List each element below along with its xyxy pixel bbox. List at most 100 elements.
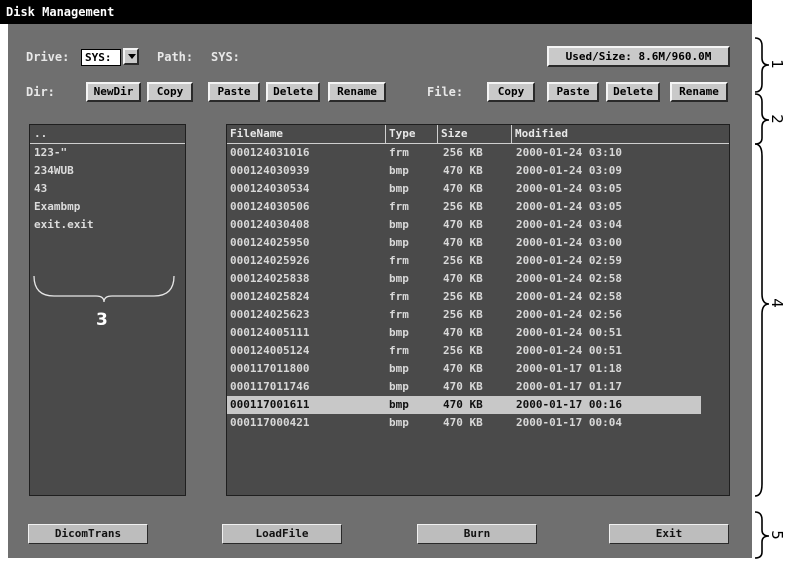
- cell-type: bmp: [389, 380, 409, 393]
- col-size[interactable]: Size: [438, 125, 512, 143]
- cell-size: 256 KB: [443, 290, 483, 303]
- cell-modified: 2000-01-24 02:58: [516, 272, 622, 285]
- col-type[interactable]: Type: [386, 125, 438, 143]
- dir-list-item[interactable]: 234WUB: [30, 162, 185, 180]
- cell-size: 256 KB: [443, 254, 483, 267]
- file-label: File:: [427, 85, 464, 99]
- cell-type: bmp: [389, 398, 409, 411]
- cell-type: frm: [389, 308, 409, 321]
- cell-type: bmp: [389, 362, 409, 375]
- file-copy-button[interactable]: Copy: [487, 82, 535, 102]
- file-table: FileName Type Size Modified 000124031016…: [226, 124, 730, 496]
- cell-size: 470 KB: [443, 164, 483, 177]
- cell-size: 470 KB: [443, 272, 483, 285]
- dir-paste-button[interactable]: Paste: [208, 82, 260, 102]
- cell-filename: 000124030506: [230, 200, 310, 213]
- file-rename-button[interactable]: Rename: [670, 82, 728, 102]
- cell-size: 470 KB: [443, 326, 483, 339]
- table-row[interactable]: 000124030408 bmp 470 KB 2000-01-24 03:04: [227, 216, 701, 234]
- cell-size: 256 KB: [443, 146, 483, 159]
- chevron-down-icon[interactable]: [123, 48, 139, 65]
- cell-modified: 2000-01-24 02:56: [516, 308, 622, 321]
- parent-dir-item[interactable]: ..: [30, 125, 185, 144]
- table-row[interactable]: 000124031016 frm 256 KB 2000-01-24 03:10: [227, 144, 701, 162]
- table-row[interactable]: 000117000421 bmp 470 KB 2000-01-17 00:04: [227, 414, 701, 432]
- file-paste-button[interactable]: Paste: [547, 82, 599, 102]
- cell-filename: 000124030408: [230, 218, 310, 231]
- cell-type: frm: [389, 290, 409, 303]
- table-row[interactable]: 000124025838 bmp 470 KB 2000-01-24 02:58: [227, 270, 701, 288]
- cell-modified: 2000-01-24 03:05: [516, 200, 622, 213]
- annotation-4: 4: [767, 298, 786, 308]
- dir-rename-button[interactable]: Rename: [328, 82, 386, 102]
- cell-filename: 000117001611: [230, 398, 310, 411]
- table-row[interactable]: 000117011800 bmp 470 KB 2000-01-17 01:18: [227, 360, 701, 378]
- drive-select[interactable]: SYS:: [81, 49, 121, 66]
- dir-list-item[interactable]: Exambmp: [30, 198, 185, 216]
- cell-modified: 2000-01-24 03:09: [516, 164, 622, 177]
- cell-size: 470 KB: [443, 416, 483, 429]
- cell-type: bmp: [389, 164, 409, 177]
- cell-modified: 2000-01-24 00:51: [516, 344, 622, 357]
- table-row[interactable]: 000124005111 bmp 470 KB 2000-01-24 00:51: [227, 324, 701, 342]
- cell-size: 470 KB: [443, 182, 483, 195]
- cell-filename: 000124025950: [230, 236, 310, 249]
- dir-label: Dir:: [26, 85, 55, 99]
- cell-modified: 2000-01-17 01:17: [516, 380, 622, 393]
- table-row[interactable]: 000124030506 frm 256 KB 2000-01-24 03:05: [227, 198, 701, 216]
- dir-list-item[interactable]: 43: [30, 180, 185, 198]
- cell-filename: 000124025824: [230, 290, 310, 303]
- dir-delete-button[interactable]: Delete: [266, 82, 320, 102]
- col-modified[interactable]: Modified: [512, 125, 729, 143]
- dir-list-item[interactable]: 123-": [30, 144, 185, 162]
- table-row[interactable]: 000124025623 frm 256 KB 2000-01-24 02:56: [227, 306, 701, 324]
- table-row[interactable]: 000124025926 frm 256 KB 2000-01-24 02:59: [227, 252, 701, 270]
- cell-modified: 2000-01-24 02:58: [516, 290, 622, 303]
- table-row[interactable]: 000124025824 frm 256 KB 2000-01-24 02:58: [227, 288, 701, 306]
- cell-size: 256 KB: [443, 344, 483, 357]
- cell-type: frm: [389, 254, 409, 267]
- path-value: SYS:: [211, 50, 240, 64]
- annotation-braces: [754, 37, 770, 559]
- dicomtrans-button[interactable]: DicomTrans: [28, 524, 148, 544]
- dir-list-item[interactable]: exit.exit: [30, 216, 185, 234]
- cell-filename: 000124025838: [230, 272, 310, 285]
- cell-modified: 2000-01-24 00:51: [516, 326, 622, 339]
- file-delete-button[interactable]: Delete: [606, 82, 660, 102]
- path-label: Path:: [157, 50, 194, 64]
- cell-type: frm: [389, 344, 409, 357]
- cell-type: bmp: [389, 416, 409, 429]
- cell-modified: 2000-01-24 03:10: [516, 146, 622, 159]
- brace-3-icon: [33, 275, 175, 303]
- cell-size: 470 KB: [443, 362, 483, 375]
- cell-size: 256 KB: [443, 200, 483, 213]
- table-row[interactable]: 000124025950 bmp 470 KB 2000-01-24 03:00: [227, 234, 701, 252]
- newdir-button[interactable]: NewDir: [86, 82, 141, 102]
- cell-filename: 000124031016: [230, 146, 310, 159]
- col-filename[interactable]: FileName: [227, 125, 386, 143]
- cell-modified: 2000-01-17 00:04: [516, 416, 622, 429]
- cell-filename: 000124025623: [230, 308, 310, 321]
- cell-type: frm: [389, 146, 409, 159]
- cell-modified: 2000-01-24 03:04: [516, 218, 622, 231]
- window-title: Disk Management: [0, 0, 752, 24]
- dir-copy-button[interactable]: Copy: [147, 82, 193, 102]
- cell-size: 470 KB: [443, 380, 483, 393]
- burn-button[interactable]: Burn: [417, 524, 537, 544]
- loadfile-button[interactable]: LoadFile: [222, 524, 342, 544]
- exit-button[interactable]: Exit: [609, 524, 729, 544]
- cell-filename: 000117011800: [230, 362, 310, 375]
- table-row[interactable]: 000117011746 bmp 470 KB 2000-01-17 01:17: [227, 378, 701, 396]
- cell-filename: 000124025926: [230, 254, 310, 267]
- cell-modified: 2000-01-24 03:05: [516, 182, 622, 195]
- cell-type: bmp: [389, 326, 409, 339]
- table-row[interactable]: 000124005124 frm 256 KB 2000-01-24 00:51: [227, 342, 701, 360]
- cell-size: 470 KB: [443, 218, 483, 231]
- cell-size: 470 KB: [443, 236, 483, 249]
- table-row[interactable]: 000124030939 bmp 470 KB 2000-01-24 03:09: [227, 162, 701, 180]
- table-row[interactable]: 000124030534 bmp 470 KB 2000-01-24 03:05: [227, 180, 701, 198]
- cell-filename: 000124005124: [230, 344, 310, 357]
- table-row[interactable]: 000117001611 bmp 470 KB 2000-01-17 00:16: [227, 396, 701, 414]
- cell-type: bmp: [389, 272, 409, 285]
- cell-type: frm: [389, 200, 409, 213]
